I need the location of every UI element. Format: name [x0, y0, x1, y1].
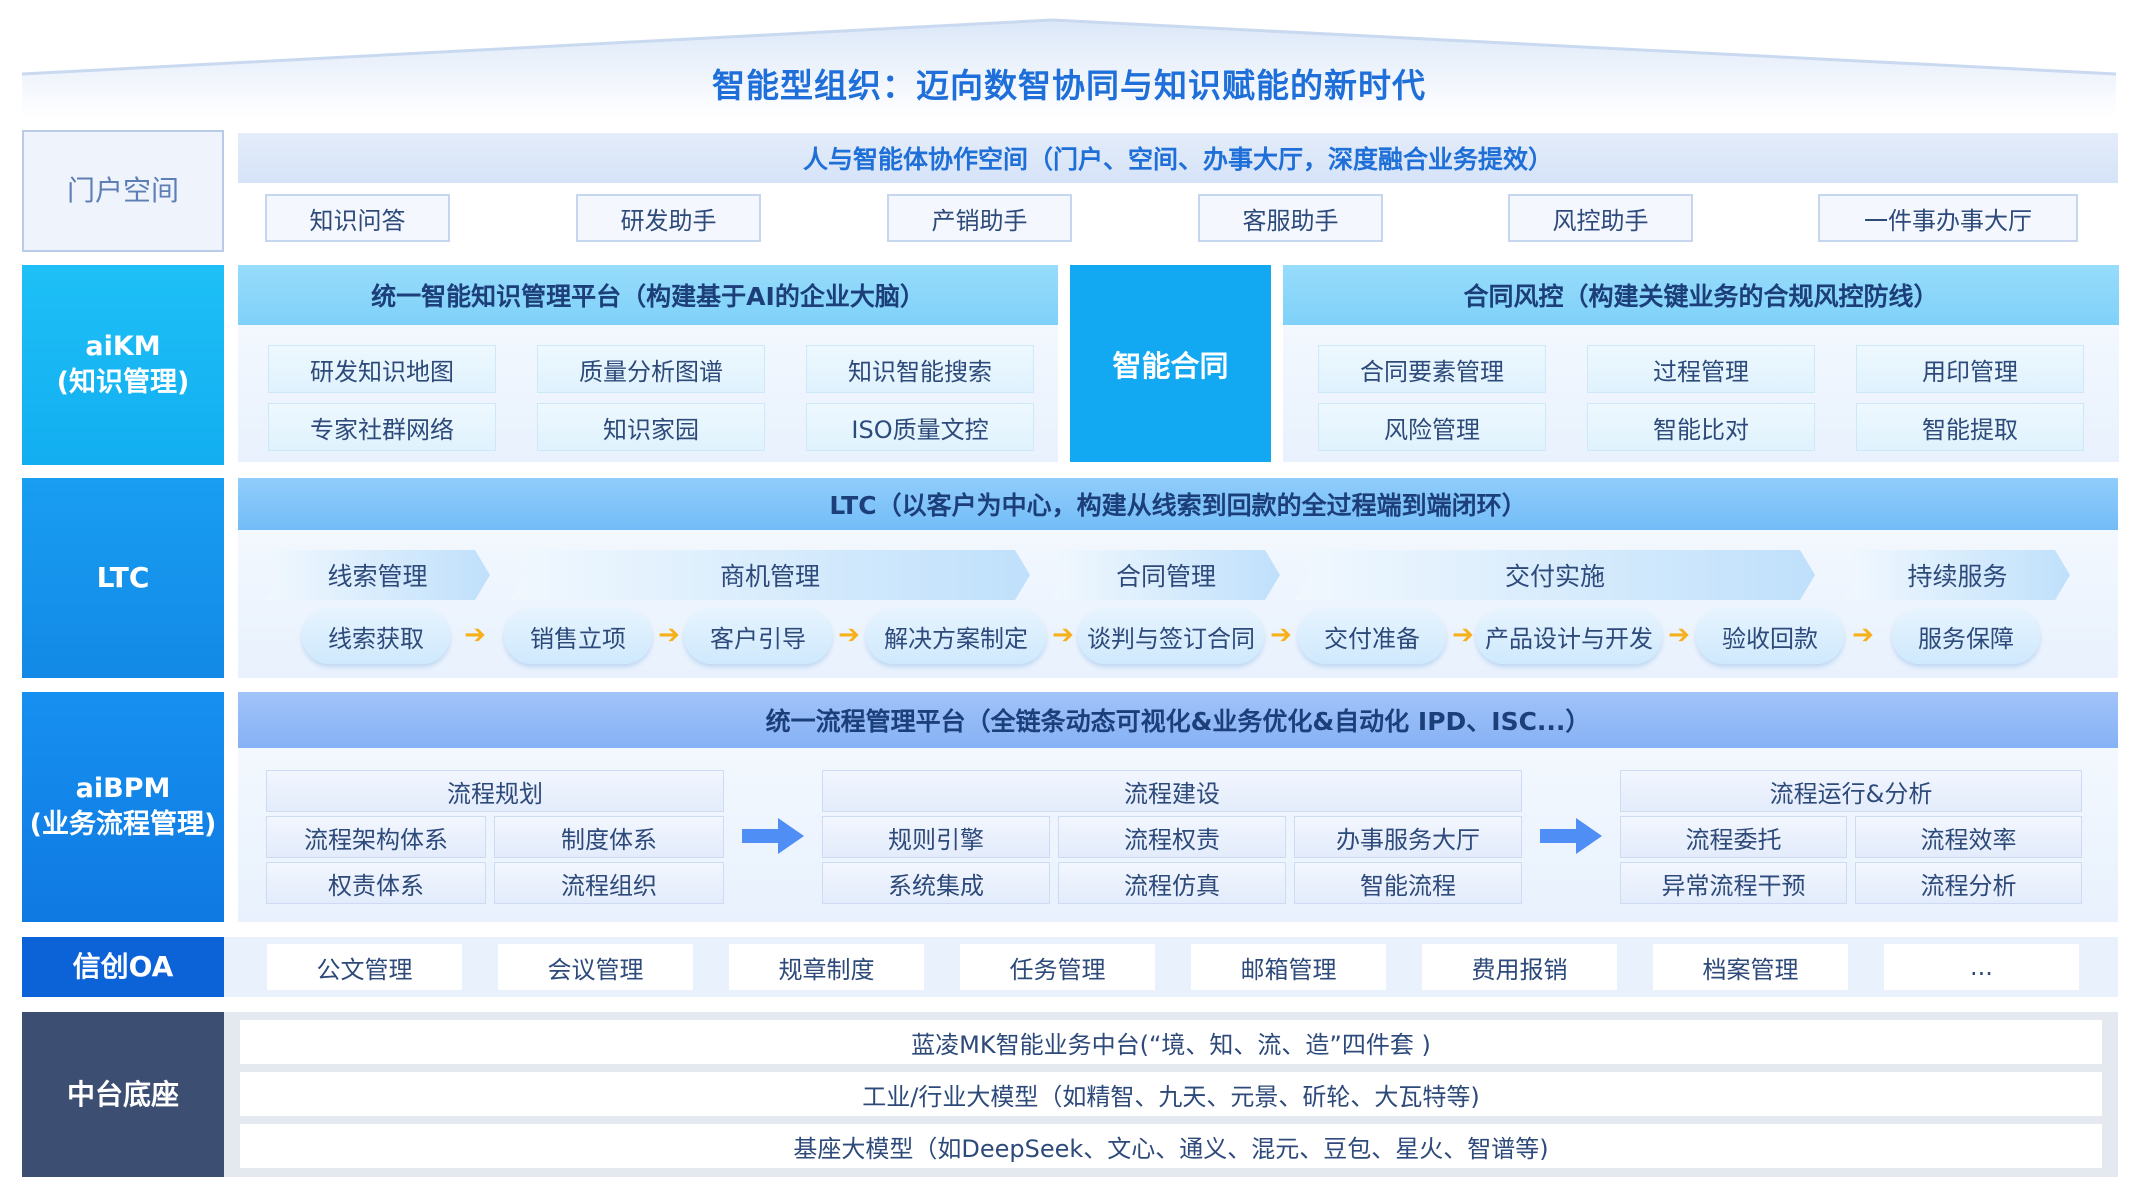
km-item[interactable]: 专家社群网络	[268, 403, 496, 451]
bpm-header: 统一流程管理平台（全链条动态可视化&业务优化&自动化 IPD、ISC...）	[238, 692, 2118, 748]
km-item[interactable]: 研发知识地图	[268, 345, 496, 393]
ltc-step[interactable]: 交付准备	[1298, 608, 1446, 664]
contract-item[interactable]: 智能比对	[1587, 403, 1815, 451]
ltc-step[interactable]: 验收回款	[1696, 608, 1844, 664]
base-line: 蓝凌MK智能业务中台(“境、知、流、造”四件套 )	[240, 1020, 2102, 1064]
oa-item[interactable]: 任务管理	[960, 944, 1155, 990]
ltc-step[interactable]: 销售立项	[504, 608, 652, 664]
bpm-item[interactable]: 制度体系	[494, 816, 724, 858]
contract-item[interactable]: 智能提取	[1856, 403, 2084, 451]
oa-item[interactable]: 公文管理	[267, 944, 462, 990]
row-label-base: 中台底座	[22, 1012, 224, 1177]
km-item[interactable]: 质量分析图谱	[537, 345, 765, 393]
row-label-aikm-sub: (知识管理)	[56, 367, 190, 398]
ltc-step[interactable]: 产品设计与开发	[1476, 608, 1662, 664]
bpm-group-title: 流程运行&分析	[1620, 770, 2082, 812]
ltc-header: LTC（以客户为中心，构建从线索到回款的全过程端到端闭环）	[238, 478, 2118, 530]
oa-item[interactable]: 费用报销	[1422, 944, 1617, 990]
km-item[interactable]: 知识智能搜索	[806, 345, 1034, 393]
arrow-right-icon: ➔	[464, 620, 486, 650]
ltc-step[interactable]: 解决方案制定	[866, 608, 1046, 664]
bpm-item[interactable]: 权责体系	[266, 862, 486, 904]
bpm-item[interactable]: 办事服务大厅	[1294, 816, 1522, 858]
bpm-item[interactable]: 流程委托	[1620, 816, 1847, 858]
arrow-right-icon: ➔	[658, 620, 680, 650]
bpm-group-title: 流程规划	[266, 770, 724, 812]
arrow-right-icon: ➔	[1452, 620, 1474, 650]
oa-item[interactable]: 会议管理	[498, 944, 693, 990]
ltc-stage: 线索管理	[327, 562, 428, 591]
portal-item[interactable]: 风控助手	[1508, 194, 1693, 242]
bpm-item[interactable]: 流程架构体系	[266, 816, 486, 858]
ltc-step[interactable]: 线索获取	[302, 608, 450, 664]
contract-item[interactable]: 合同要素管理	[1318, 345, 1546, 393]
bpm-item[interactable]: 流程仿真	[1058, 862, 1286, 904]
row-label-aibpm: aiBPM (业务流程管理)	[22, 692, 224, 922]
row-label-aikm-title: aiKM	[85, 330, 161, 362]
page-title: 智能型组织：迈向数智协同与知识赋能的新时代	[712, 66, 1426, 105]
row-label-aikm: aiKM (知识管理)	[22, 265, 224, 465]
arrow-right-icon: ➔	[1852, 620, 1874, 650]
km-item[interactable]: 知识家园	[537, 403, 765, 451]
portal-item[interactable]: 研发助手	[576, 194, 761, 242]
arrow-right-icon: ➔	[1270, 620, 1292, 650]
oa-item[interactable]: 规章制度	[729, 944, 924, 990]
row-label-aibpm-title: aiBPM	[75, 772, 171, 804]
portal-item[interactable]: 产销助手	[887, 194, 1072, 242]
portal-header: 人与智能体协作空间（门户、空间、办事大厅，深度融合业务提效）	[238, 133, 2118, 183]
km-header: 统一智能知识管理平台（构建基于AI的企业大脑）	[238, 265, 1058, 325]
row-label-aibpm-sub: (业务流程管理)	[29, 809, 217, 840]
portal-item[interactable]: 一件事办事大厅	[1818, 194, 2078, 242]
contract-item[interactable]: 过程管理	[1587, 345, 1815, 393]
bpm-group-title: 流程建设	[822, 770, 1522, 812]
oa-item[interactable]: ...	[1884, 944, 2079, 990]
base-line: 工业/行业大模型（如精智、九天、元景、斫轮、大瓦特等)	[240, 1072, 2102, 1116]
bpm-item[interactable]: 异常流程干预	[1620, 862, 1847, 904]
row-label-portal: 门户空间	[22, 130, 224, 252]
bpm-item[interactable]: 智能流程	[1294, 862, 1522, 904]
km-item[interactable]: ISO质量文控	[806, 403, 1034, 451]
arrow-right-icon: ➔	[838, 620, 860, 650]
arrow-right-icon: ➔	[1052, 620, 1074, 650]
oa-item[interactable]: 邮箱管理	[1191, 944, 1386, 990]
bpm-item[interactable]: 规则引擎	[822, 816, 1050, 858]
row-label-oa: 信创OA	[22, 937, 224, 997]
portal-item[interactable]: 客服助手	[1198, 194, 1383, 242]
ltc-stage: 商机管理	[719, 562, 820, 591]
arrow-right-icon	[742, 818, 804, 854]
ltc-stage: 持续服务	[1907, 562, 2008, 591]
oa-item[interactable]: 档案管理	[1653, 944, 1848, 990]
bpm-item[interactable]: 流程组织	[494, 862, 724, 904]
contract-header: 合同风控（构建关键业务的合规风控防线）	[1283, 265, 2119, 325]
bpm-item[interactable]: 系统集成	[822, 862, 1050, 904]
contract-item[interactable]: 风险管理	[1318, 403, 1546, 451]
bpm-item[interactable]: 流程分析	[1855, 862, 2082, 904]
base-line: 基座大模型（如DeepSeek、文心、通义、混元、豆包、星火、智谱等)	[240, 1124, 2102, 1168]
row-label-ltc: LTC	[22, 478, 224, 678]
ltc-stage: 合同管理	[1115, 562, 1216, 591]
ltc-step[interactable]: 服务保障	[1892, 608, 2040, 664]
portal-item[interactable]: 知识问答	[265, 194, 450, 242]
arrow-right-icon	[1540, 818, 1602, 854]
smart-contract-block[interactable]: 智能合同	[1070, 265, 1271, 462]
contract-item[interactable]: 用印管理	[1856, 345, 2084, 393]
bpm-item[interactable]: 流程权责	[1058, 816, 1286, 858]
ltc-step[interactable]: 谈判与签订合同	[1078, 608, 1264, 664]
bpm-item[interactable]: 流程效率	[1855, 816, 2082, 858]
ltc-step[interactable]: 客户引导	[684, 608, 832, 664]
ltc-stage: 交付实施	[1504, 562, 1605, 591]
arrow-right-icon: ➔	[1668, 620, 1690, 650]
